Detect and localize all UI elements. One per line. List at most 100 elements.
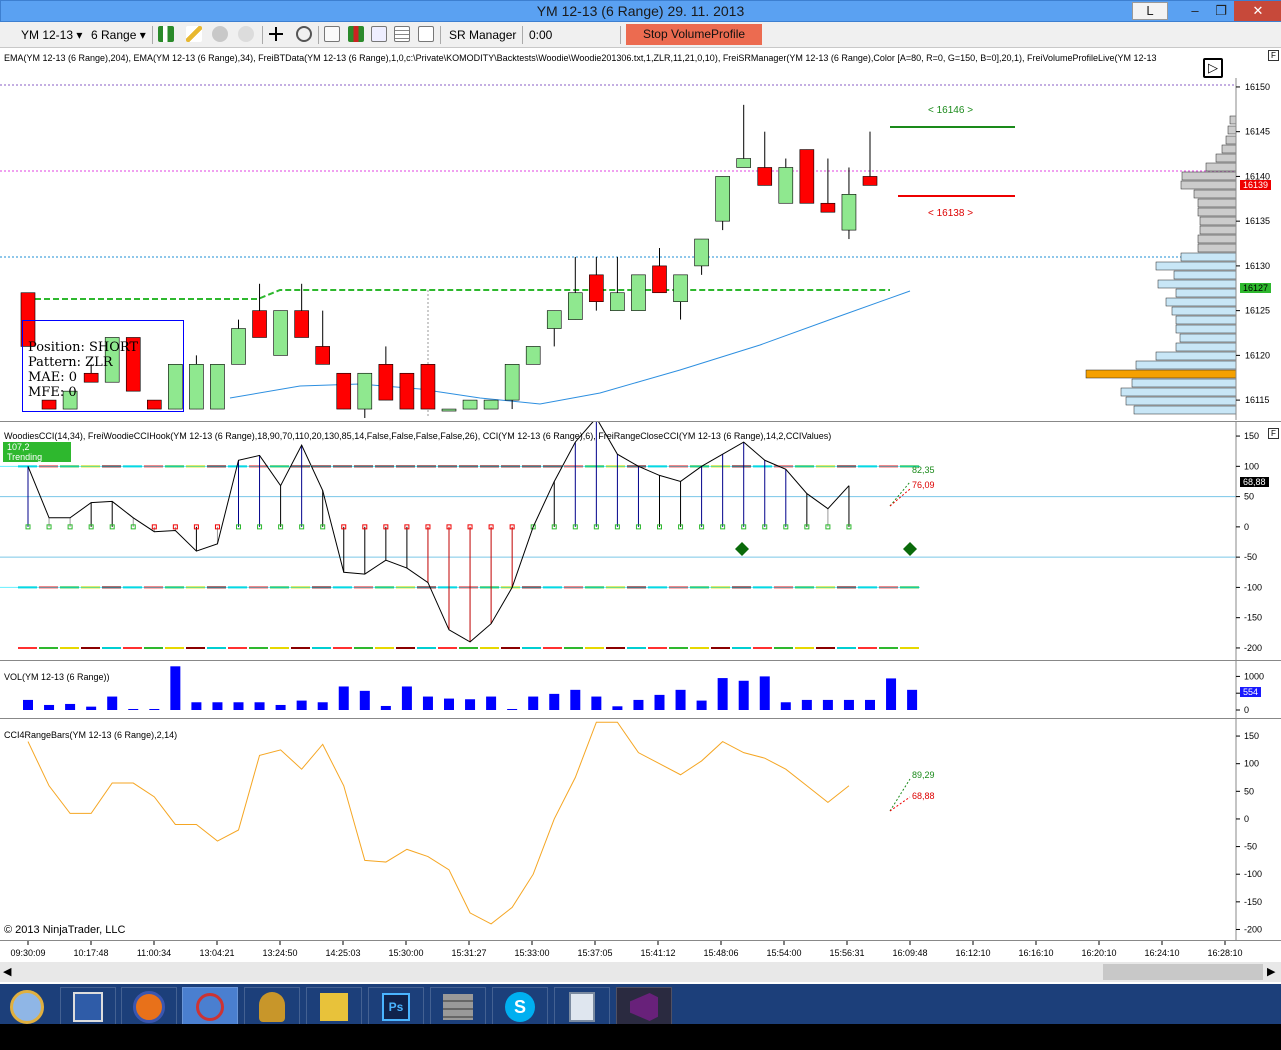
price-panel[interactable]: 16150 16145 16140 16135 16130 16125 16120 16115… [0,48,1281,420]
sr-manager-button[interactable]: SR Manager [446,25,519,45]
volume-bar [570,689,581,710]
interval-select[interactable]: 6 Range ▾ [88,25,149,45]
visual-studio-icon[interactable] [616,987,672,1027]
candle-body [567,292,583,320]
price-axis-label: 16120 [1245,350,1270,360]
time-axis-label: 15:56:31 [829,948,864,958]
volume-panel[interactable]: 10005000 VOL(YM 12-13 (6 Range)) 554 [0,660,1281,718]
cci-projection-up [889,481,911,507]
volume-bar [696,700,707,710]
panel-settings-icon[interactable]: F [1268,428,1279,439]
volume-bar [275,704,286,710]
time-axis-label: 15:41:12 [640,948,675,958]
calculator-icon[interactable] [554,987,610,1027]
cci-chart[interactable]: 150 100 50 0 -50 -100 -150 -200 [0,422,1281,660]
cci-projection-down [889,488,911,507]
volume-profile-bar [1179,333,1237,343]
pin-icon[interactable] [212,26,228,42]
cci-axis-label: 0 [1244,522,1249,532]
volume-profile-bar [1180,180,1237,190]
ninjatrader-icon[interactable] [182,987,238,1027]
volume-profile-bar [1175,315,1237,325]
volume-bar [717,678,728,710]
volume-profile-bar [1197,198,1237,208]
horizontal-scrollbar[interactable]: ◀ ▶ [0,962,1281,982]
volume-chart[interactable]: 10005000 [0,661,1281,718]
panel-settings-icon[interactable]: F [1268,50,1279,61]
candlestick-style-icon[interactable] [158,26,174,42]
time-axis-labels: 09:30:09 10:17:48 11:00:34 13:04:21 13:24:50… [10,941,1243,958]
tools-icon[interactable] [306,987,362,1027]
position-line-2: Pattern: ZLR [28,355,113,370]
volume-profile-bar [1175,288,1237,298]
volume-bar [780,702,791,710]
volume-profile-bar [1131,378,1237,388]
skype-icon[interactable]: S [492,987,548,1027]
crosshair-icon[interactable] [268,26,284,42]
position-line-1: Position: SHORT [28,340,139,355]
table-icon[interactable] [394,26,410,42]
cci4-line [27,721,850,925]
price-axis-label: 16150 [1245,82,1270,92]
scroll-left-arrow[interactable]: ◀ [3,965,11,978]
spartan-helmet-icon[interactable] [244,987,300,1027]
volume-profile-bar [1135,360,1237,370]
candle-body [294,310,309,338]
candle-body [589,274,604,302]
time-axis-label: 16:16:10 [1018,948,1053,958]
volume-profile-bar [1229,115,1237,125]
trend-badge: 107,2 Trending [3,442,71,462]
time-axis-label: 15:33:00 [514,948,549,958]
volume-profile-bar [1173,270,1237,280]
link-button[interactable]: L [1132,2,1168,20]
candle-body [757,167,773,186]
candle-body [420,364,436,410]
cci-axis-label: -150 [1244,613,1262,623]
candle-body [778,167,794,204]
volume-profile-bar [1193,189,1237,199]
bricks-icon[interactable] [430,987,486,1027]
volume-bar [759,676,770,710]
cci-panel[interactable]: 150 100 50 0 -50 -100 -150 -200 WoodiesCCI(14,3… [0,421,1281,660]
volume-profile-bar [1221,144,1237,154]
sr-price-marker: 16127 [1240,283,1272,293]
cci4-panel[interactable]: 150 100 50 0 -50 -100 -150 -200 CCI4RangeBars(Y… [0,718,1281,941]
firefox-icon[interactable] [121,987,177,1027]
volume-profile-bar [1205,162,1237,172]
zoom-icon[interactable] [296,26,312,42]
position-line-4: MFE: 0 [28,385,77,400]
volume-bar [338,686,349,710]
start-button[interactable] [2,987,52,1027]
cci4-value-a: 89,29 [912,770,935,780]
cci-panel-title: WoodiesCCI(14,34), FreiWoodieCCIHook(YM … [4,431,832,441]
cci-axis-label: -200 [1244,643,1262,653]
volume-bar [675,689,686,710]
document-icon[interactable] [418,26,434,42]
pin-off-icon[interactable] [238,26,254,42]
candle-body [715,176,730,222]
cci4-axis-label: -200 [1244,924,1262,934]
time-axis-label: 16:12:10 [955,948,990,958]
floppy-icon[interactable] [60,987,116,1027]
scroll-thumb[interactable] [1103,964,1263,980]
photoshop-icon[interactable]: Ps [368,987,424,1027]
close-button[interactable]: ✕ [1234,1,1281,21]
volume-bar [359,690,370,710]
divider [522,26,523,44]
price-chart[interactable]: 1615016145161401613516130161251612016115 [0,48,1281,420]
pencil-icon[interactable] [186,26,202,42]
scroll-right-arrow[interactable]: ▶ [1267,965,1275,978]
line-chart-icon[interactable] [371,26,387,42]
position-line-3: MAE: 0 [28,370,77,385]
stop-volume-profile-button[interactable]: Stop VolumeProfile [626,24,762,45]
properties-icon[interactable] [324,26,340,42]
instrument-select[interactable]: YM 12-13 ▾ [18,25,85,45]
cci4-chart[interactable]: 150 100 50 0 -50 -100 -150 -200 [0,719,1281,941]
time-axis-label: 16:24:10 [1144,948,1179,958]
bars-icon[interactable] [348,26,364,42]
play-icon[interactable]: ▷ [1203,58,1223,78]
volume-profile-bar [1175,342,1237,352]
volume-profile-bar [1155,351,1237,361]
candle-body [631,274,646,311]
candle-body [525,346,541,365]
